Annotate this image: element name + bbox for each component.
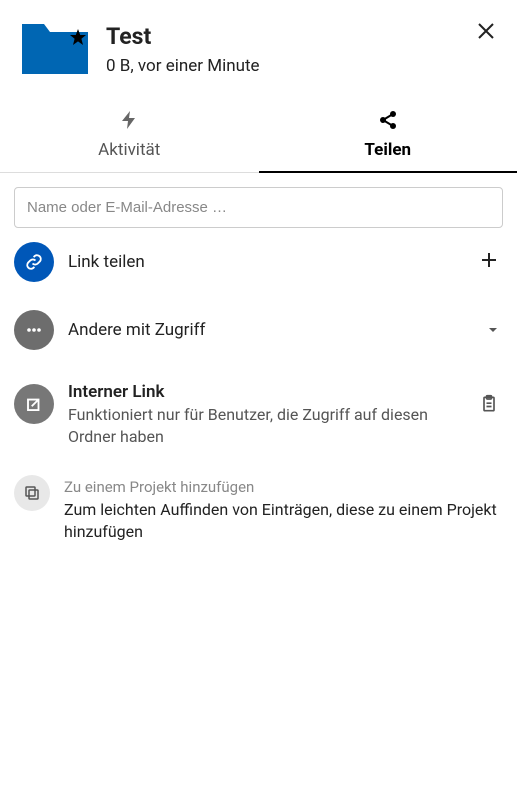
project-sub: Zum leichten Auffinden von Einträgen, di… <box>64 499 503 542</box>
others-access-expand[interactable] <box>483 317 503 344</box>
share-link-row[interactable]: Link teilen <box>14 228 503 296</box>
tab-activity-label: Aktivität <box>98 140 160 160</box>
internal-link-sub: Funktioniert nur für Benutzer, die Zugri… <box>68 404 461 447</box>
project-icon <box>14 475 50 511</box>
share-icon <box>259 110 517 130</box>
add-share-link-button[interactable] <box>475 246 503 278</box>
tab-share-label: Teilen <box>364 140 411 160</box>
close-icon <box>477 22 495 40</box>
more-icon <box>14 310 54 350</box>
clipboard-icon <box>479 394 499 414</box>
copy-internal-link-button[interactable] <box>475 390 503 422</box>
close-button[interactable] <box>477 22 495 44</box>
tab-share[interactable]: Teilen <box>259 96 517 172</box>
page-subtitle: 0 B, vor einer Minute <box>106 56 497 76</box>
tabs: Aktivität Teilen <box>0 96 517 173</box>
header: Test 0 B, vor einer Minute <box>0 0 517 88</box>
tab-activity[interactable]: Aktivität <box>0 96 259 172</box>
share-link-label: Link teilen <box>68 252 461 272</box>
chevron-down-icon <box>487 324 499 336</box>
internal-link-row: Interner Link Funktioniert nur für Benut… <box>14 364 503 461</box>
project-title: Zu einem Projekt hinzufügen <box>64 477 503 497</box>
add-to-project-row[interactable]: Zu einem Projekt hinzufügen Zum leichten… <box>14 461 503 556</box>
plus-icon <box>479 250 499 270</box>
others-access-label: Andere mit Zugriff <box>68 320 469 340</box>
others-access-row[interactable]: Andere mit Zugriff <box>14 296 503 364</box>
link-icon <box>14 242 54 282</box>
share-panel: Link teilen Andere mit Zugriff <box>0 173 517 557</box>
share-recipient-input[interactable] <box>14 187 503 228</box>
internal-link-title: Interner Link <box>68 382 461 402</box>
external-link-icon <box>14 384 54 424</box>
folder-starred-icon <box>20 18 90 78</box>
page-title: Test <box>106 22 497 52</box>
lightning-icon <box>0 110 259 130</box>
